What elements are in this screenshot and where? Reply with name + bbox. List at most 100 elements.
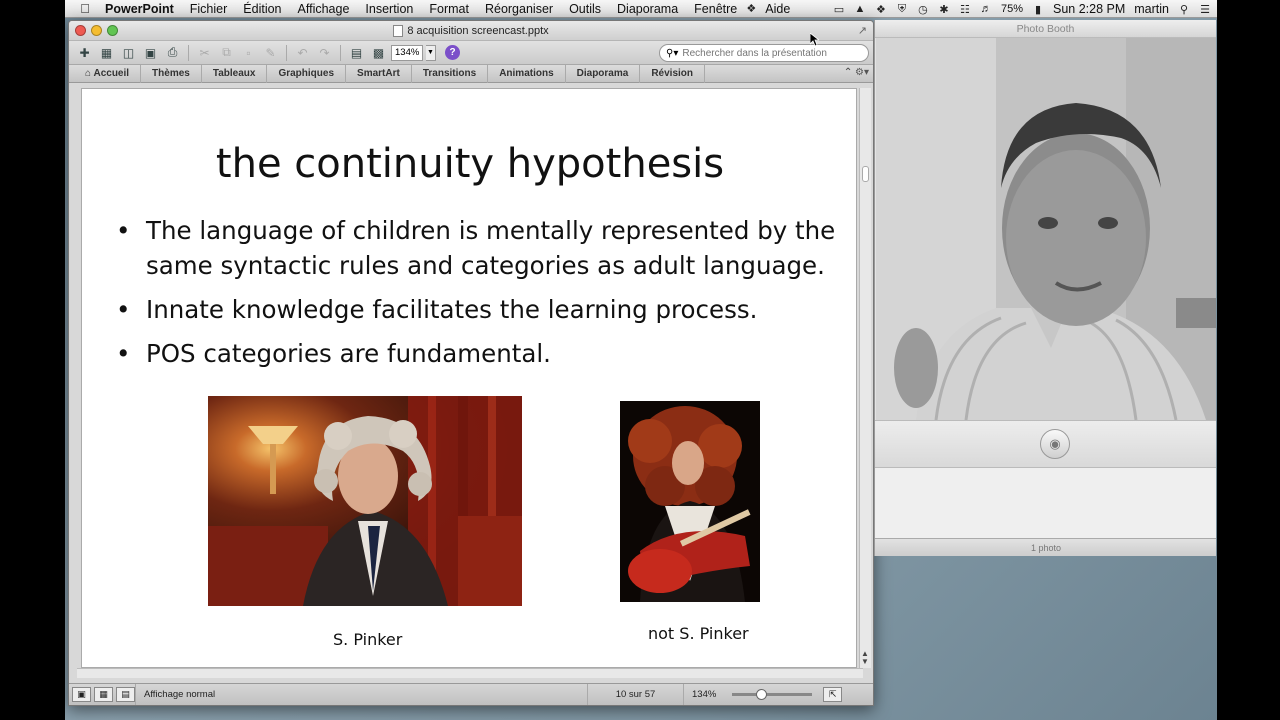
battery-icon[interactable]: ▮ (1032, 3, 1044, 16)
menu-aide[interactable]: Aide (757, 2, 798, 16)
slide-counter: 10 sur 57 (587, 683, 683, 705)
photo-pinker[interactable] (208, 396, 522, 606)
search-input[interactable] (682, 47, 853, 59)
dropbox-icon[interactable]: ❖ (875, 3, 887, 16)
tab-diaporama[interactable]: Diaporama (566, 64, 641, 83)
status-zoom: 134% (683, 683, 724, 705)
vertical-scrollbar[interactable]: ▲ ▼ (859, 88, 871, 668)
fit-window-icon[interactable]: ⇱ (823, 687, 843, 702)
caption-not-pinker[interactable]: not S. Pinker (648, 624, 749, 643)
vertical-scroll-thumb[interactable] (862, 166, 869, 182)
menubar-user[interactable]: martin (1134, 2, 1169, 16)
tab-graphiques[interactable]: Graphiques (267, 64, 347, 83)
standard-toolbar: ✚ ▦ ◫ ▣ ⎙ ✂ ⧉ ▫ ✎ ↶ ↷ ▤ ▩ 134% ▼ ? ⚲▾ (69, 41, 873, 65)
photo-strip[interactable] (875, 468, 1216, 538)
notification-center-icon[interactable]: ☰ (1199, 3, 1211, 16)
redo-icon[interactable]: ↷ (315, 44, 334, 62)
zoom-button[interactable] (107, 25, 118, 36)
zoom-slider[interactable] (732, 689, 813, 700)
bluetooth-icon[interactable]: ✱ (938, 3, 950, 16)
paste-icon[interactable]: ▫ (239, 44, 258, 62)
tab-themes[interactable]: Thèmes (141, 64, 202, 83)
media-icon[interactable]: ▩ (369, 44, 388, 62)
cut-icon[interactable]: ✂ (195, 44, 214, 62)
slide-nav-arrows-icon[interactable]: ▲ ▼ (861, 650, 869, 666)
menu-edition[interactable]: Édition (235, 2, 289, 16)
menu-reorganiser[interactable]: Réorganiser (477, 2, 561, 16)
status-bar: ▣ ▦ ▤ Affichage normal 10 sur 57 134% ⇱ (69, 683, 873, 705)
webcam-presenter (876, 38, 1216, 420)
slide[interactable]: the continuity hypothesis The language o… (81, 88, 857, 668)
menu-format[interactable]: Format (421, 2, 477, 16)
menu-fenetre[interactable]: Fenêtre (686, 2, 745, 16)
undo-icon[interactable]: ↶ (293, 44, 312, 62)
print-icon[interactable]: ⎙ (163, 44, 182, 62)
menu-affichage[interactable]: Affichage (290, 2, 358, 16)
document-icon (393, 24, 404, 37)
save-icon[interactable]: ▣ (141, 44, 160, 62)
toolbar-separator (340, 44, 341, 61)
tab-accueil[interactable]: ⌂ Accueil (79, 64, 142, 83)
script-menu-icon[interactable]: ❖ (745, 2, 757, 15)
photo-not-pinker[interactable] (620, 401, 760, 602)
zoom-dropdown-icon[interactable]: ▼ (426, 44, 436, 61)
tab-smartart[interactable]: SmartArt (346, 64, 412, 83)
window-controls (75, 25, 118, 36)
toolbar-separator (286, 44, 287, 61)
photo-pinker-art (208, 396, 522, 606)
bullet-item: Innate knowledge facilitates the learnin… (116, 292, 846, 327)
apple-menu-icon[interactable]:  (65, 1, 105, 16)
close-button[interactable] (75, 25, 86, 36)
ribbon-options-icon[interactable]: ⌃ ⚙▾ (844, 67, 869, 78)
photo-booth-window: Photo Booth ◉ 1 photo (874, 20, 1216, 556)
slide-bullet-list[interactable]: The language of children is mentally rep… (116, 213, 846, 380)
volume-icon[interactable]: ♬ (980, 3, 992, 15)
copy-icon[interactable]: ⧉ (217, 44, 236, 62)
view-mode-label: Affichage normal (135, 683, 587, 705)
caption-pinker[interactable]: S. Pinker (333, 630, 402, 649)
drive-icon[interactable]: ▲ (854, 3, 866, 15)
gallery-icon[interactable]: ▦ (97, 44, 116, 62)
normal-view-icon[interactable]: ▣ (72, 687, 91, 702)
tab-animations[interactable]: Animations (488, 64, 566, 83)
screen-icon[interactable]: ▭ (833, 3, 845, 16)
tab-revision[interactable]: Révision (640, 64, 706, 83)
new-icon[interactable]: ✚ (75, 44, 94, 62)
open-icon[interactable]: ◫ (119, 44, 138, 62)
menu-app-name[interactable]: PowerPoint (105, 2, 182, 16)
take-photo-button[interactable]: ◉ (1040, 429, 1070, 459)
ribbon-tabs: ⌂ Accueil Thèmes Tableaux Graphiques Sma… (69, 64, 873, 83)
zoom-field[interactable]: 134% (391, 44, 423, 61)
tab-tableaux[interactable]: Tableaux (202, 64, 268, 83)
bullet-item: The language of children is mentally rep… (116, 213, 846, 283)
time-machine-icon[interactable]: ◷ (917, 3, 929, 16)
toolbar-separator (188, 44, 189, 61)
battery-percent[interactable]: 75% (1001, 3, 1023, 15)
slide-title[interactable]: the continuity hypothesis (82, 141, 856, 187)
photo-booth-titlebar[interactable]: Photo Booth (875, 20, 1216, 38)
spotlight-icon[interactable]: ⚲ (1178, 3, 1190, 16)
powerpoint-window: 8 acquisition screencast.pptx ↗ ✚ ▦ ◫ ▣ … (68, 20, 874, 706)
photo-not-pinker-art (628, 406, 751, 602)
menu-fichier[interactable]: Fichier (182, 2, 236, 16)
bullet-item: POS categories are fundamental. (116, 336, 846, 371)
slide-icon[interactable]: ▤ (347, 44, 366, 62)
tab-transitions[interactable]: Transitions (412, 64, 489, 83)
wifi-icon[interactable]: ☷ (959, 3, 971, 16)
slide-sorter-icon[interactable]: ▦ (94, 687, 113, 702)
camera-icon: ◉ (1049, 436, 1061, 451)
format-painter-icon[interactable]: ✎ (261, 44, 280, 62)
menu-diaporama[interactable]: Diaporama (609, 2, 686, 16)
ppt-titlebar[interactable]: 8 acquisition screencast.pptx ↗ (69, 21, 873, 41)
minimize-button[interactable] (91, 25, 102, 36)
security-icon[interactable]: ⛨ (896, 3, 908, 16)
menu-insertion[interactable]: Insertion (357, 2, 421, 16)
mouse-cursor-icon (810, 33, 819, 47)
menu-outils[interactable]: Outils (561, 2, 609, 16)
help-icon[interactable]: ? (445, 45, 460, 60)
fullscreen-icon[interactable]: ↗ (858, 24, 867, 37)
search-box[interactable]: ⚲▾ (659, 44, 869, 62)
menubar-clock[interactable]: Sun 2:28 PM (1053, 2, 1125, 16)
horizontal-scrollbar[interactable] (77, 668, 863, 678)
slideshow-view-icon[interactable]: ▤ (116, 687, 135, 702)
